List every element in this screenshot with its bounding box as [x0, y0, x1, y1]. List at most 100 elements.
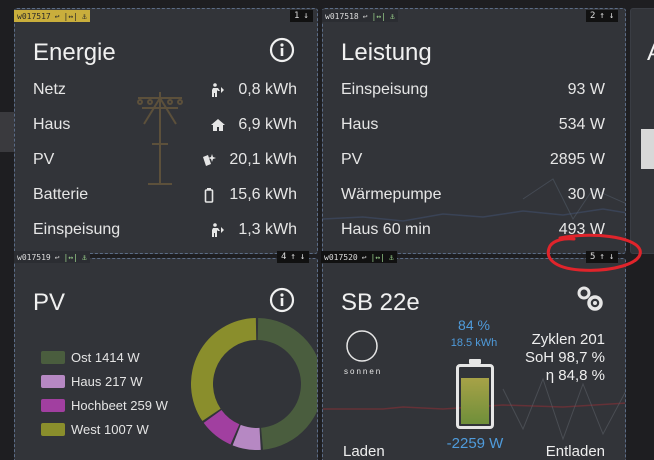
resize-icon[interactable]: |↔|	[372, 12, 386, 21]
widget-id: w017519	[17, 252, 51, 262]
discharge-label: Entladen	[545, 443, 605, 460]
widget-id: w017520	[324, 252, 358, 262]
widget-tag-leistung[interactable]: w017518 ↩ |↔| ⚓	[322, 10, 398, 22]
row-value: 0,8 kWh	[238, 81, 297, 98]
sonnen-logo-icon	[346, 330, 378, 362]
legend-item-hochbeet: Hochbeet 259 W	[41, 398, 168, 413]
energy-value: 18.5 kWh	[450, 337, 498, 349]
reply-icon[interactable]: ↩	[362, 253, 367, 262]
power-value: -2259 W	[446, 435, 504, 452]
widget-id: w017517	[17, 11, 51, 21]
legend-label: Ost 1414 W	[71, 350, 140, 365]
leistung-row-haus-60: Haus 60 min 493 W	[341, 221, 605, 239]
info-icon[interactable]	[269, 37, 295, 63]
row-label: PV	[341, 151, 363, 168]
donut-slice	[191, 318, 257, 422]
legend-swatch	[41, 375, 65, 388]
row-label: Einspeisung	[341, 81, 429, 98]
arrow-up-icon[interactable]: ↑	[599, 252, 604, 262]
row-value: 20,1 kWh	[229, 151, 297, 168]
leistung-row-haus: Haus 534 W	[341, 116, 605, 134]
row-label: Haus 60 min	[341, 221, 431, 238]
arrow-down-icon[interactable]: ↓	[609, 11, 614, 21]
energie-card: Energie Netz 0,8 kWh Haus 6,9 kWh PV 20,…	[14, 8, 318, 254]
legend-item-west: West 1007 W	[41, 422, 149, 437]
resize-icon[interactable]: |↔|	[64, 253, 78, 262]
leistung-title: Leistung	[341, 39, 432, 66]
widget-order-sb[interactable]: 5 ↑ ↓	[586, 251, 619, 263]
row-value: 534 W	[558, 116, 605, 133]
eta-stat: η 84,8 %	[545, 367, 605, 384]
row-value: 493 W	[558, 221, 605, 238]
partial-card-graphic	[641, 129, 654, 169]
sb-title: SB 22e	[341, 289, 420, 316]
pv-card: PV Ost 1414 W Haus 217 W Hochbeet 259 W …	[14, 258, 318, 460]
widget-tag-pv[interactable]: w017519 ↩ |↔| ⚓	[14, 251, 90, 263]
anchor-icon[interactable]: ⚓	[389, 253, 394, 262]
widget-tag-energie[interactable]: w017517 ↩ |↔| ⚓	[14, 10, 90, 22]
arrow-down-icon[interactable]: ↓	[303, 11, 308, 21]
arrow-down-icon[interactable]: ↓	[300, 252, 305, 262]
info-icon[interactable]	[269, 287, 295, 313]
order-number: 1	[294, 11, 300, 21]
battery-gauge	[456, 359, 494, 429]
battery-fill	[461, 378, 489, 424]
pylon-person-icon	[212, 83, 225, 97]
legend-swatch	[41, 351, 65, 364]
row-label: Haus	[341, 116, 379, 133]
resize-icon[interactable]: |↔|	[64, 12, 78, 21]
row-value: 30 W	[567, 186, 605, 203]
donut-slice	[257, 318, 317, 450]
background-chart	[323, 178, 625, 222]
row-value: 93 W	[567, 81, 605, 98]
row-label: Wärmepumpe	[341, 186, 442, 203]
widget-id: w017518	[325, 11, 359, 21]
anchor-icon[interactable]: ⚓	[390, 12, 395, 21]
order-number: 4	[281, 252, 287, 262]
widget-tag-sb[interactable]: w017520 ↩ |↔| ⚓	[321, 251, 397, 263]
solar-panel-icon	[203, 154, 217, 166]
brand-label: sonnen	[344, 367, 383, 376]
reply-icon[interactable]: ↩	[55, 253, 60, 262]
arrow-up-icon[interactable]: ↑	[599, 11, 604, 21]
energie-row-einspeisung: Einspeisung 1,3 kWh	[33, 221, 297, 239]
energie-row-haus: Haus 6,9 kWh	[33, 116, 297, 134]
resize-icon[interactable]: |↔|	[371, 253, 385, 262]
leistung-row-einspeisung: Einspeisung 93 W	[341, 81, 605, 99]
leistung-card: Leistung Einspeisung 93 W Haus 534 W PV …	[322, 8, 626, 254]
legend-item-ost: Ost 1414 W	[41, 350, 140, 365]
row-value: 15,6 kWh	[229, 186, 297, 203]
sb-card: SB 22e sonnen 84 % 18.5 kWh -2259 W Zykl…	[322, 258, 626, 460]
partial-card: A	[630, 8, 654, 254]
widget-order-leistung[interactable]: 2 ↑ ↓	[586, 10, 619, 22]
row-value: 6,9 kWh	[238, 116, 297, 133]
arrow-up-icon[interactable]: ↑	[290, 252, 295, 262]
pv-donut-chart	[191, 318, 317, 450]
leistung-row-waermepumpe: Wärmepumpe 30 W	[341, 186, 605, 204]
row-value: 1,3 kWh	[238, 221, 297, 238]
row-label: Haus	[33, 116, 71, 133]
legend-label: Haus 217 W	[71, 374, 143, 389]
reply-icon[interactable]: ↩	[363, 12, 368, 21]
legend-swatch	[41, 423, 65, 436]
house-icon	[211, 119, 226, 131]
arrow-down-icon[interactable]: ↓	[609, 252, 614, 262]
charge-label: Laden	[343, 443, 385, 460]
legend-swatch	[41, 399, 65, 412]
energie-row-pv: PV 20,1 kWh	[33, 151, 297, 169]
soh-stat: SoH 98,7 %	[524, 349, 605, 366]
pylon-illustration	[137, 92, 183, 185]
battery-icon	[205, 188, 214, 203]
anchor-icon[interactable]: ⚓	[82, 12, 87, 21]
legend-label: Hochbeet 259 W	[71, 398, 168, 413]
energie-row-netz: Netz 0,8 kWh	[33, 81, 297, 99]
leistung-row-pv: PV 2895 W	[341, 151, 605, 169]
anchor-icon[interactable]: ⚓	[82, 253, 87, 262]
soc-percent: 84 %	[458, 317, 490, 333]
pylon-person-icon	[212, 223, 225, 237]
widget-order-energie[interactable]: 1 ↓	[290, 10, 313, 22]
widget-order-pv[interactable]: 4 ↑ ↓	[277, 251, 310, 263]
energie-row-batterie: Batterie 15,6 kWh	[33, 186, 297, 204]
reply-icon[interactable]: ↩	[55, 12, 60, 21]
gears-icon[interactable]	[575, 284, 605, 314]
